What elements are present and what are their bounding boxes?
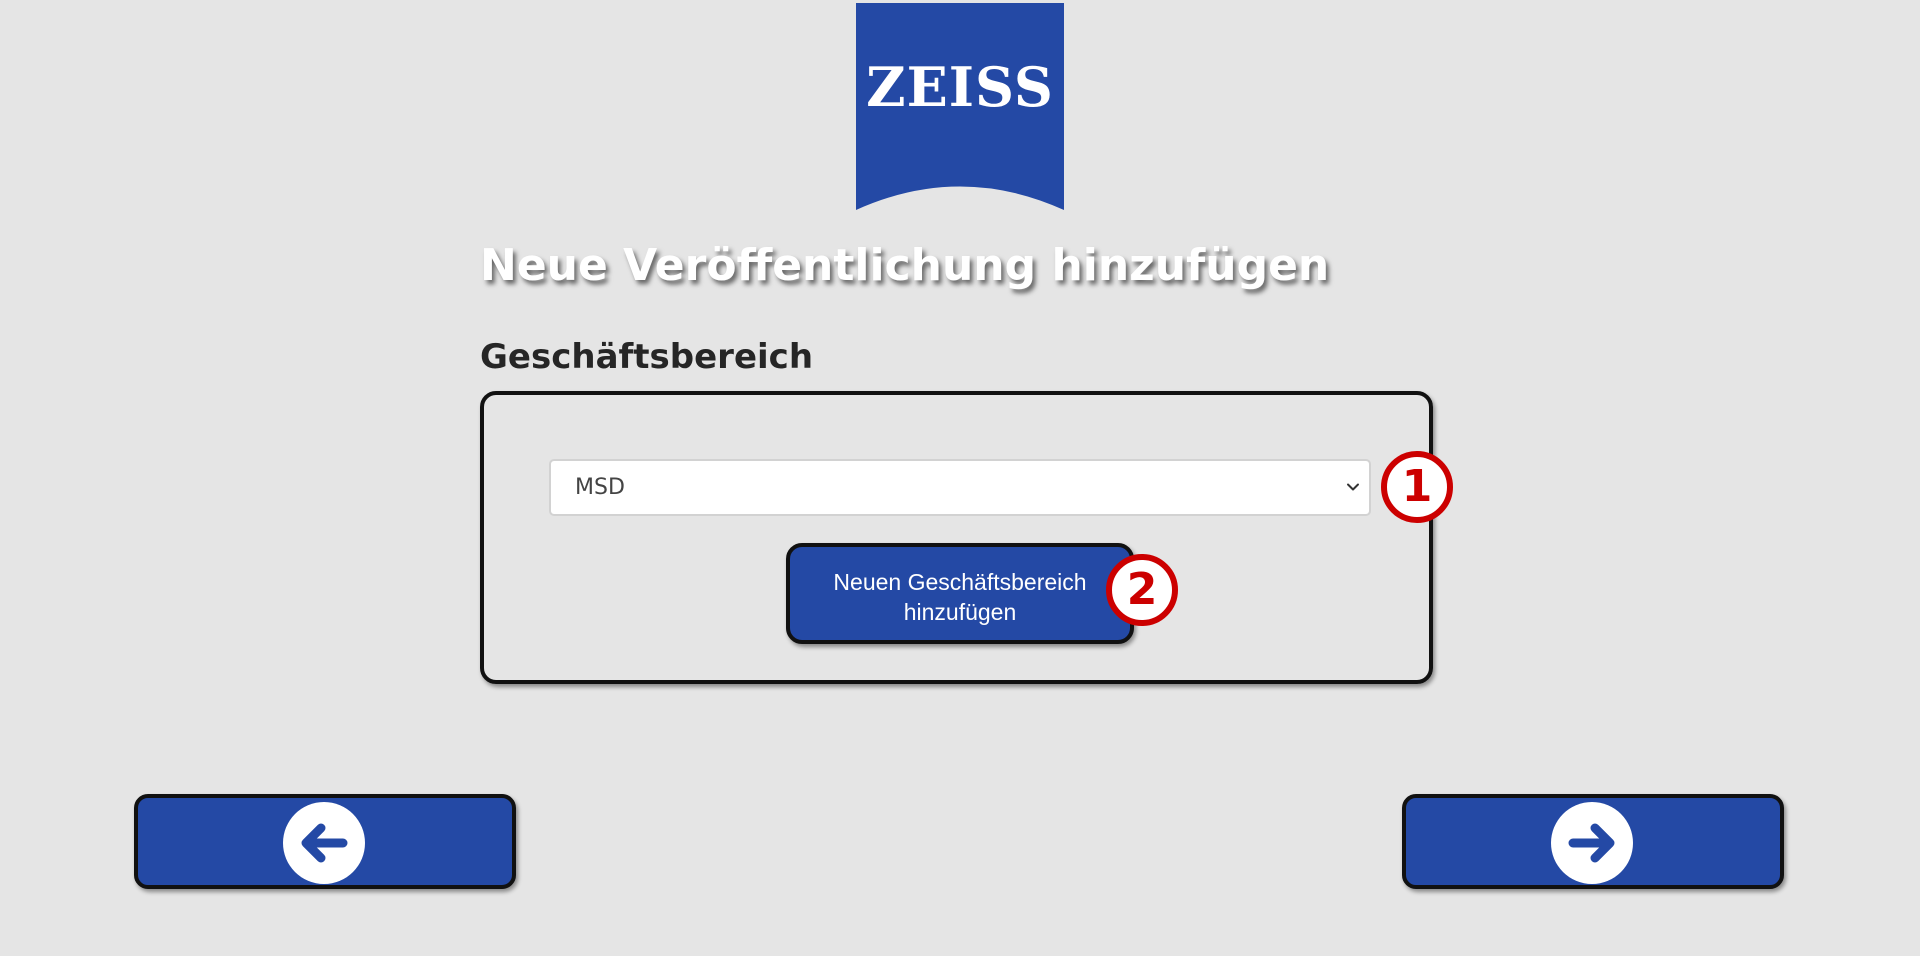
business-area-select[interactable]: MSD	[549, 459, 1371, 516]
back-button-circle	[283, 802, 365, 884]
annotation-marker-1: 1	[1381, 451, 1453, 523]
back-button[interactable]	[134, 794, 516, 889]
annotation-marker-2: 2	[1106, 554, 1178, 626]
next-button-circle	[1551, 802, 1633, 884]
arrow-right-icon	[1568, 823, 1615, 863]
add-business-area-button-label-line2: hinzufügen	[903, 599, 1017, 625]
business-area-label: Geschäftsbereich	[480, 337, 814, 377]
business-area-selected-value: MSD	[575, 475, 625, 500]
page-title: Neue Veröffentlichung hinzufügen	[480, 240, 1330, 291]
arrow-left-icon	[301, 823, 348, 863]
add-business-area-button-label-line1: Neuen Geschäftsbereich	[833, 569, 1087, 595]
page: ZEISS Neue Veröffentlichung hinzufügen G…	[0, 0, 1920, 956]
next-button[interactable]	[1402, 794, 1784, 889]
logo-text: ZEISS	[866, 55, 1054, 119]
zeiss-logo: ZEISS	[856, 3, 1064, 211]
chevron-down-icon	[1347, 483, 1359, 491]
add-business-area-button[interactable]: Neuen Geschäftsbereich hinzufügen	[786, 543, 1134, 644]
